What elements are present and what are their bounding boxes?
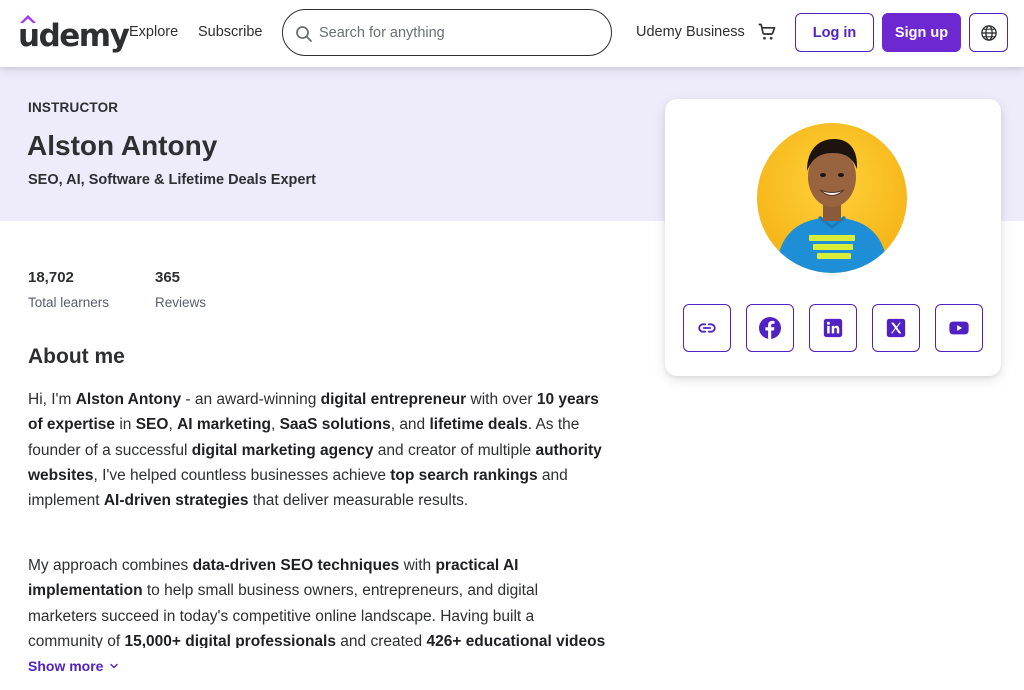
globe-icon [980,24,997,41]
website-link-button[interactable] [683,304,731,352]
instructor-eyebrow: INSTRUCTOR [28,100,119,115]
youtube-link-button[interactable] [935,304,983,352]
udemy-logo[interactable]: udemy [18,14,130,54]
text-run: that deliver measurable results. [248,492,469,510]
emphasis-text: lifetime deals [429,416,528,434]
avatar [757,123,907,273]
stat-total-learners-value: 18,702 [28,269,74,286]
language-button[interactable] [969,13,1008,52]
text-run: and created [335,632,427,648]
emphasis-text: Alston Antony [75,391,182,408]
text-run: with [399,557,436,574]
link-icon [698,323,716,333]
instructor-headline: SEO, AI, Software & Lifetime Deals Exper… [28,172,316,188]
cart-icon[interactable] [757,22,777,42]
login-button[interactable]: Log in [795,13,874,52]
emphasis-text: AI marketing [177,416,271,434]
text-run: , I've helped countless businesses achie… [93,466,391,484]
social-links [683,304,983,352]
profile-card [665,99,1001,376]
text-run: and creator of multiple [373,441,536,459]
show-more-label: Show more [28,658,104,674]
emphasis-text: SEO [135,416,169,434]
emphasis-text: data-driven SEO techniques [192,557,400,574]
search-icon [296,26,312,42]
nav-subscribe[interactable]: Subscribe [198,24,262,40]
text-run: My approach combines [28,557,193,574]
instructor-name: Alston Antony [27,130,218,161]
facebook-link-button[interactable] [746,304,794,352]
text-run: Hi, I'm [28,391,76,408]
emphasis-text: SaaS solutions [279,416,391,434]
linkedin-link-button[interactable] [809,304,857,352]
search-input[interactable] [319,22,599,44]
emphasis-text: top search rankings [390,466,538,484]
text-run: with over [466,391,537,408]
text-run: , and [390,416,430,434]
stat-reviews-value: 365 [155,269,181,286]
avatar-image [757,123,907,273]
chevron-down-icon [110,663,119,669]
nav-explore[interactable]: Explore [129,24,178,40]
about-paragraph-2: My approach combines data-driven SEO tec… [28,553,608,648]
about-title: About me [28,345,125,368]
nav-udemy-business[interactable]: Udemy Business [636,24,745,40]
logo-text: udemy [18,18,130,54]
text-run: , [270,416,280,434]
linkedin-icon [823,318,843,338]
facebook-icon [759,317,781,339]
x-icon [886,318,906,338]
emphasis-text: 15,000+ digital professionals [124,632,336,648]
top-nav: udemy Explore Subscribe Udemy Business L… [0,0,1024,67]
emphasis-text: digital marketing agency [191,441,374,459]
emphasis-text: digital entrepreneur [320,391,467,408]
show-more-button[interactable]: Show more [28,658,119,674]
stat-total-learners-label: Total learners [28,295,110,310]
emphasis-text: 426+ educational videos [426,632,606,648]
stat-reviews-label: Reviews [155,295,207,310]
text-run: , [168,416,178,434]
emphasis-text: AI-driven strategies [103,492,249,510]
youtube-icon [949,321,969,335]
signup-button[interactable]: Sign up [882,13,961,52]
search-bar[interactable] [282,9,612,56]
text-run: - an award-winning [181,391,321,408]
text-run: in [115,416,136,434]
about-paragraph-1: Hi, I'm Alston Antony - an award-winning… [28,387,608,513]
x-link-button[interactable] [872,304,920,352]
